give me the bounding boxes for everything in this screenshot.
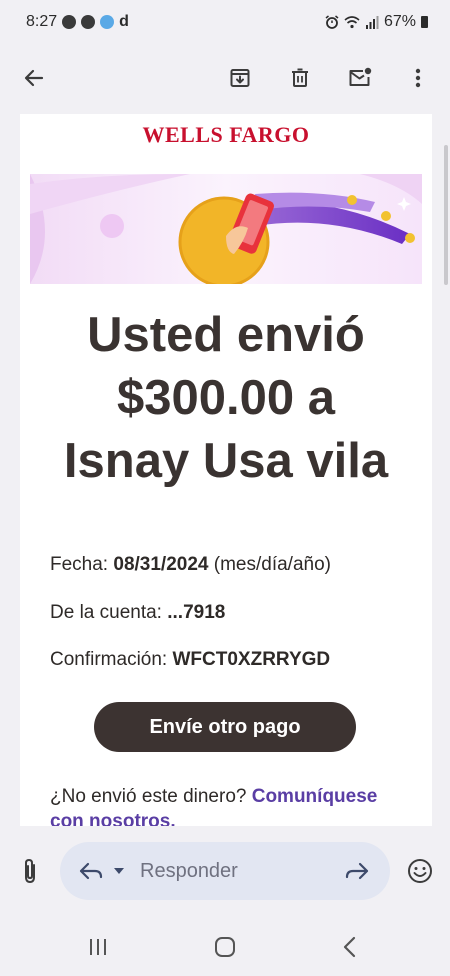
recent-apps-icon [90,939,106,955]
home-icon [215,937,235,957]
reply-placeholder: Responder [140,859,238,882]
footer-message: ¿No envió este dinero? Comuníquese con n… [50,784,410,826]
headline: Usted envió $300.00 a Isnay Usa vila [20,304,432,493]
chevron-down-icon[interactable] [112,866,126,876]
confirmation-row: Confirmación: WFCT0XZRRYGD [50,649,330,671]
back-button[interactable] [14,58,54,98]
send-another-payment-button[interactable]: Envíe otro pago [94,702,356,752]
confirmation-label: Confirmación: [50,649,173,670]
date-label: Fecha: [50,554,114,575]
account-value: ...7918 [167,602,226,623]
date-format: (mes/día/año) [208,554,331,575]
email-body: WELLS FARGO Usted envió $300.00 a Isnay … [20,114,432,826]
email-toolbar [0,44,450,112]
status-extra-letter: d [119,13,129,30]
date-value: 08/31/2024 [113,554,209,575]
reply-input[interactable]: Responder [60,842,390,900]
confirmation-value: WFCT0XZRRYGD [172,649,331,670]
reply-bar: Responder [0,826,450,918]
paperclip-icon [25,858,35,884]
wifi-icon [344,16,360,29]
more-vertical-icon [415,68,421,88]
arrow-left-icon [24,69,44,87]
system-navigation-bar [0,918,450,976]
archive-icon [230,69,250,87]
mark-unread-icon [349,67,372,86]
status-bar: 8:27 d 67% [0,0,450,44]
scrollbar-thumb[interactable] [444,145,448,285]
emoji-button[interactable] [400,851,440,891]
forward-icon[interactable] [344,860,370,882]
account-label: De la cuenta: [50,602,168,623]
footer-question: ¿No envió este dinero? [50,786,252,807]
attach-button[interactable] [10,851,50,891]
home-button[interactable] [205,927,245,967]
wells-fargo-logo: WELLS FARGO [142,122,310,147]
headline-line: Isnay Usa vila [63,434,389,488]
battery-icon [421,16,428,28]
battery-percent: 67% [383,13,416,30]
reply-icon [79,862,103,880]
emoji-icon [408,859,432,883]
app-notification-icon [81,15,96,29]
headline-line: $300.00 a [117,371,335,425]
facebook-notification-icon [62,15,77,29]
headline-line: Usted envió [87,308,365,362]
recent-apps-button[interactable] [78,927,118,967]
delete-button[interactable] [280,58,320,98]
more-options-button[interactable] [398,58,438,98]
archive-button[interactable] [220,58,260,98]
signal-icon [365,16,379,29]
trash-icon [292,68,308,87]
date-row: Fecha: 08/31/2024 (mes/día/año) [50,554,331,576]
location-notification-icon [100,15,115,29]
alarm-icon [325,15,339,29]
account-row: De la cuenta: ...7918 [50,602,225,624]
back-nav-button[interactable] [330,927,370,967]
status-time: 8:27 [26,13,58,30]
status-right: 67% [325,13,428,31]
payment-sent-illustration [30,174,422,284]
status-left: 8:27 d [26,13,129,31]
chevron-left-icon [343,936,356,958]
mark-unread-button[interactable] [340,58,380,98]
